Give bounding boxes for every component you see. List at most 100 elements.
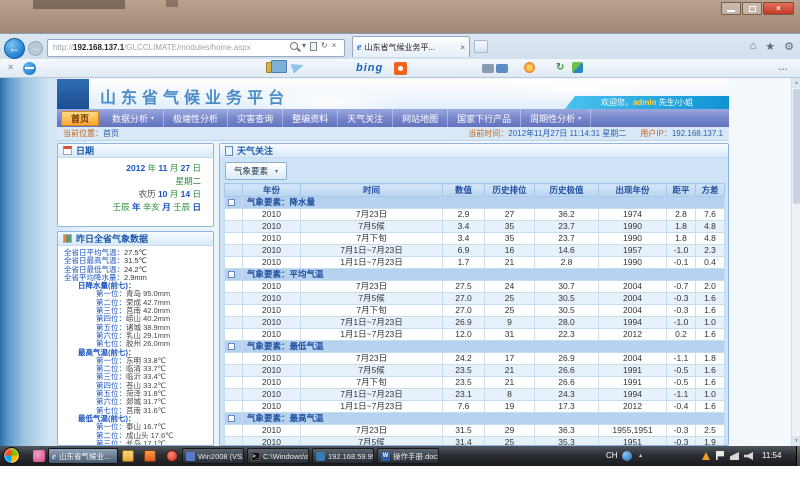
nav-item-4[interactable]: 整编资料 — [283, 109, 338, 127]
col-header: 距平 — [667, 184, 696, 197]
show-desktop-button[interactable] — [796, 446, 800, 466]
table-cell: 1.0 — [696, 389, 725, 401]
sparkle-icon[interactable] — [524, 62, 535, 73]
stop-icon[interactable]: × — [332, 41, 337, 51]
table-cell: 8 — [485, 389, 535, 401]
group-row: 气象要素：最低气温 — [225, 341, 725, 353]
settings-gear-icon[interactable]: ⚙ — [784, 40, 794, 53]
table-cell: 2010 — [243, 425, 301, 437]
table-cell: 21 — [485, 377, 535, 389]
favorites-star-icon[interactable]: ★ — [765, 40, 775, 53]
taskbar: e 山东省气候业... Win2008 (VS2...>_C:\Windows\… — [0, 446, 800, 466]
screenshot-tool-icon[interactable] — [23, 62, 36, 75]
table-cell: 2010 — [243, 281, 301, 293]
nav-item-2[interactable]: 极端性分析 — [164, 109, 228, 127]
date-text: 日 — [192, 202, 201, 212]
table-cell: 6.9 — [443, 245, 485, 257]
alert-icon[interactable] — [702, 452, 710, 460]
media-player-icon[interactable] — [166, 450, 178, 462]
scrollbar-thumb[interactable] — [793, 89, 800, 204]
group-row: 气象要素：平均气温 — [225, 269, 725, 281]
date-text: 月 — [170, 189, 181, 199]
more-options-icon[interactable]: … — [778, 62, 788, 73]
pinned-app-icon[interactable] — [144, 450, 156, 462]
element-filter-button[interactable]: 气象要素 ▾ — [225, 162, 287, 180]
maximize-button[interactable] — [742, 2, 762, 15]
speaker-icon[interactable] — [744, 452, 753, 460]
weather-watch-header: 天气关注 — [220, 144, 728, 158]
system-tray: CH ▴ 11:54 — [602, 446, 800, 466]
table-cell: 7月1日~7月23日 — [301, 317, 443, 329]
language-indicator[interactable]: CH — [606, 451, 618, 460]
scrollbar[interactable]: ▲ ▼ — [791, 78, 800, 446]
table-row: 20107月23日31.52936.31955,1951-0.32.5 — [225, 425, 725, 437]
table-cell: 25 — [485, 437, 535, 447]
forward-button[interactable]: → — [28, 41, 43, 56]
taskbar-ie-window[interactable]: e 山东省气候业... — [48, 448, 118, 464]
taskbar-window-1[interactable]: >_C:\Windows\s... — [247, 448, 309, 464]
bing-logo[interactable]: bing — [356, 62, 383, 74]
back-button[interactable]: ← — [4, 38, 25, 59]
nav-item-label: 灾害查询 — [237, 112, 273, 125]
minimize-button[interactable] — [721, 2, 741, 15]
table-body: 气象要素：降水量20107月23日2.92736.219742.87.62010… — [225, 197, 725, 447]
taskbar-window-2[interactable]: 192.168.59.99... — [312, 448, 374, 464]
collapse-checkbox[interactable] — [228, 415, 235, 422]
table-cell: 2010 — [243, 245, 301, 257]
tray-expand-icon[interactable]: ▴ — [639, 452, 642, 459]
breadcrumb[interactable]: 首页 — [103, 129, 119, 138]
table-cell: 35 — [485, 233, 535, 245]
nav-item-6[interactable]: 网站地图 — [393, 109, 448, 127]
compatibility-view-icon[interactable] — [310, 42, 317, 51]
refresh-green-icon[interactable]: ↻ — [556, 62, 564, 73]
nav-item-1[interactable]: 数据分析▾ — [103, 109, 164, 127]
app-icon — [186, 452, 195, 461]
collapse-checkbox[interactable] — [228, 343, 235, 350]
clock[interactable]: 11:54 — [762, 451, 781, 460]
scroll-up-icon[interactable]: ▲ — [792, 78, 800, 88]
close-button[interactable]: × — [763, 2, 794, 15]
action-center-flag-icon[interactable] — [716, 451, 724, 460]
table-row: 20107月23日24.21726.92004-1.11.8 — [225, 353, 725, 365]
row-select-cell — [225, 377, 243, 389]
nav-item-3[interactable]: 灾害查询 — [228, 109, 283, 127]
taskbar-window-0[interactable]: Win2008 (VS2... — [182, 448, 244, 464]
table-cell: 29 — [485, 425, 535, 437]
table-cell: 27.0 — [443, 305, 485, 317]
nav-item-8[interactable]: 周期性分析▾ — [521, 109, 591, 127]
video-icon[interactable] — [496, 64, 508, 73]
collapse-checkbox[interactable] — [228, 271, 235, 278]
cards-icon[interactable] — [266, 62, 280, 73]
nav-item-7[interactable]: 国家下行产品 — [448, 109, 521, 127]
scroll-down-icon[interactable]: ▼ — [792, 436, 800, 446]
home-icon[interactable]: ⌂ — [750, 40, 757, 53]
collapse-checkbox[interactable] — [228, 199, 235, 206]
table-cell: 1991 — [599, 377, 667, 389]
table-header-row: 年份时间数值历史排位历史极值出现年份距平方差 — [225, 184, 725, 197]
start-button[interactable] — [3, 447, 20, 464]
toolbar-close-icon[interactable]: × — [8, 62, 13, 72]
camera-icon[interactable] — [482, 64, 494, 73]
table-row: 20107月下旬3.43523.719901.84.8 — [225, 233, 725, 245]
table-cell: 2010 — [243, 257, 301, 269]
col-header: 方差 — [696, 184, 725, 197]
paper-plane-icon[interactable] — [291, 60, 306, 73]
tray-app-icon[interactable] — [622, 451, 632, 461]
search-icon[interactable] — [290, 42, 298, 50]
chevron-down-icon[interactable]: ▾ — [302, 41, 306, 51]
table-cell: 1951 — [599, 437, 667, 447]
tab-close-icon[interactable]: × — [460, 43, 465, 52]
table-cell: 16 — [485, 245, 535, 257]
refresh-icon[interactable]: ↻ — [321, 41, 328, 51]
explorer-folder-icon[interactable] — [122, 450, 134, 462]
taskbar-window-3[interactable]: W操作手册.docx ... — [377, 448, 439, 464]
plugin-icon[interactable] — [572, 62, 583, 73]
network-icon[interactable] — [730, 452, 739, 460]
nav-item-5[interactable]: 天气关注 — [338, 109, 393, 127]
pinned-app-icon[interactable] — [33, 450, 45, 462]
browser-tab[interactable]: e 山东省气候业务平... × — [352, 36, 470, 57]
new-tab-button[interactable] — [474, 40, 488, 53]
bing-badge-icon[interactable] — [394, 62, 407, 75]
nav-item-label: 天气关注 — [347, 112, 383, 125]
nav-item-0[interactable]: 首页 — [61, 111, 99, 126]
